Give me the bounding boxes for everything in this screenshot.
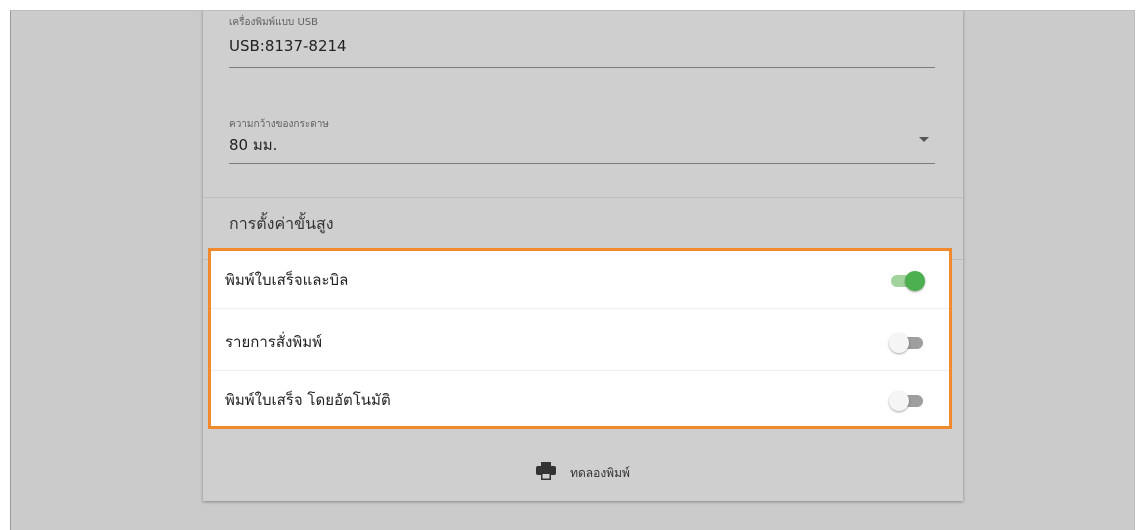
row-divider bbox=[211, 308, 949, 309]
setting-label: พิมพ์ใบเสร็จและบิล bbox=[225, 271, 349, 289]
usb-printer-value: USB:8137-8214 bbox=[229, 37, 347, 55]
toggle-knob bbox=[889, 333, 909, 353]
setting-row-auto-print-receipt[interactable]: พิมพ์ใบเสร็จ โดยอัตโนมัติ bbox=[211, 371, 949, 429]
paper-width-value: 80 มม. bbox=[229, 136, 278, 154]
advanced-settings-title: การตั้งค่าขั้นสูง bbox=[229, 214, 334, 233]
advanced-settings-list: พิมพ์ใบเสร็จและบิล รายการสั่งพิมพ์ พิมพ์… bbox=[208, 248, 952, 429]
setting-label: พิมพ์ใบเสร็จ โดยอัตโนมัติ bbox=[225, 391, 391, 409]
setting-row-order-print[interactable]: รายการสั่งพิมพ์ bbox=[211, 313, 949, 371]
setting-row-print-receipt-bill[interactable]: พิมพ์ใบเสร็จและบิล bbox=[211, 251, 949, 309]
print-receipt-bill-toggle[interactable] bbox=[889, 271, 925, 291]
test-print-label: ทดลองพิมพ์ bbox=[570, 465, 630, 480]
paper-width-select[interactable]: ความกว้างของกระดาษ 80 มม. bbox=[229, 117, 935, 164]
order-print-toggle[interactable] bbox=[889, 333, 925, 353]
chevron-down-icon bbox=[919, 137, 929, 142]
section-divider bbox=[203, 197, 963, 198]
setting-label: รายการสั่งพิมพ์ bbox=[225, 333, 322, 351]
toggle-knob bbox=[889, 391, 909, 411]
usb-printer-select[interactable]: เครื่องพิมพ์แบบ USB USB:8137-8214 bbox=[229, 11, 935, 68]
test-print-button[interactable]: ทดลองพิมพ์ bbox=[203, 445, 963, 501]
printer-icon bbox=[536, 462, 557, 484]
paper-width-label: ความกว้างของกระดาษ bbox=[229, 119, 329, 130]
auto-print-receipt-toggle[interactable] bbox=[889, 391, 925, 411]
toggle-knob bbox=[905, 271, 925, 291]
usb-printer-label: เครื่องพิมพ์แบบ USB bbox=[229, 17, 318, 28]
